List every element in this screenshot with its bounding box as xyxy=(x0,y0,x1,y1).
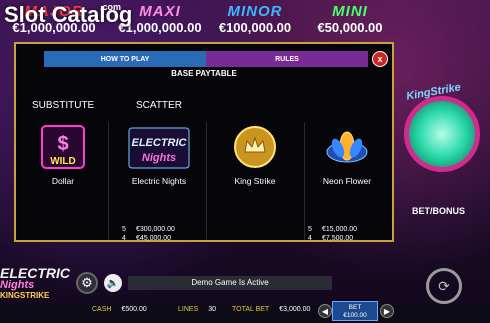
jackpot-mini-name: MINI xyxy=(332,3,368,20)
neon-flower-icon xyxy=(324,124,370,170)
substitute-label: SUBSTITUTE xyxy=(32,100,95,111)
wild-text: WILD xyxy=(50,156,76,167)
column-divider xyxy=(108,122,109,240)
symbol-name: Electric Nights xyxy=(131,176,187,186)
bet-decrease-icon[interactable]: ◀ xyxy=(318,304,332,318)
pay-line: 4 €7,500.00 xyxy=(308,235,354,242)
tab-rules[interactable]: RULES xyxy=(206,51,368,67)
symbol-name: King Strike xyxy=(234,176,276,186)
svg-text:$: $ xyxy=(57,133,68,155)
game-logo-line3: KINGSTRIKE xyxy=(0,291,50,300)
brand-watermark-sub: .com xyxy=(100,2,122,12)
column-divider xyxy=(304,122,305,240)
sound-icon[interactable]: 🔈 xyxy=(104,274,122,292)
symbol-name: Neon Flower xyxy=(322,176,372,186)
tab-how-to-play[interactable]: HOW TO PLAY xyxy=(44,51,206,67)
close-button[interactable]: x xyxy=(372,51,388,67)
symbol-electric-nights: ELECTRIC Nights Electric Nights xyxy=(124,124,194,186)
game-logo-line1: ELECTRIC xyxy=(0,265,70,281)
column-divider xyxy=(206,122,207,240)
symbol-dollar: $ WILD Dollar xyxy=(28,124,98,186)
settings-gear-icon[interactable]: ⚙ xyxy=(76,272,98,294)
pay-line: 5 €15,000.00 xyxy=(308,226,358,233)
bet-increase-icon[interactable]: ▶ xyxy=(380,304,394,318)
jackpot-mini-value: €50,000.00 xyxy=(317,20,383,35)
bonus-wheel[interactable] xyxy=(404,96,480,172)
game-logo-line2: Nights xyxy=(0,279,35,291)
jackpot-minor-name: MINOR xyxy=(227,3,283,20)
symbol-name: Dollar xyxy=(51,176,75,186)
bet-button[interactable]: BET €100.00 xyxy=(332,301,378,321)
pay-line: 4 €45,000.00 xyxy=(122,235,172,242)
symbol-king-strike: King Strike xyxy=(220,124,290,186)
total-bet-display: TOTAL BET €3,000.00 xyxy=(232,306,311,313)
paytable-heading: BASE PAYTABLE xyxy=(171,69,237,78)
game-logo: ELECTRIC Nights KINGSTRIKE xyxy=(0,266,70,300)
crown-coin-icon xyxy=(232,124,278,170)
svg-text:Nights: Nights xyxy=(142,152,176,164)
demo-banner: Demo Game Is Active xyxy=(128,276,332,290)
symbol-neon-flower: Neon Flower xyxy=(312,124,382,186)
lines-display: LINES 30 xyxy=(178,306,217,313)
pay-line: 5 €300,000.00 xyxy=(122,226,175,233)
scatter-label: SCATTER xyxy=(136,100,182,111)
jackpot-mini: MINI €50,000.00 xyxy=(305,4,395,34)
spin-button[interactable]: ⟳ xyxy=(426,268,462,304)
jackpot-minor: MINOR €100,000.00 xyxy=(210,4,300,34)
jackpot-minor-value: €100,000.00 xyxy=(218,20,292,35)
electric-nights-icon: ELECTRIC Nights xyxy=(128,124,190,170)
cash-display: CASH €500.00 xyxy=(92,306,147,313)
svg-text:ELECTRIC: ELECTRIC xyxy=(132,137,188,149)
paytable-modal: HOW TO PLAY RULES x BASE PAYTABLE SUBSTI… xyxy=(14,42,394,242)
bet-bonus-label[interactable]: BET/BONUS xyxy=(412,206,465,216)
dollar-wild-icon: $ WILD xyxy=(40,124,86,170)
